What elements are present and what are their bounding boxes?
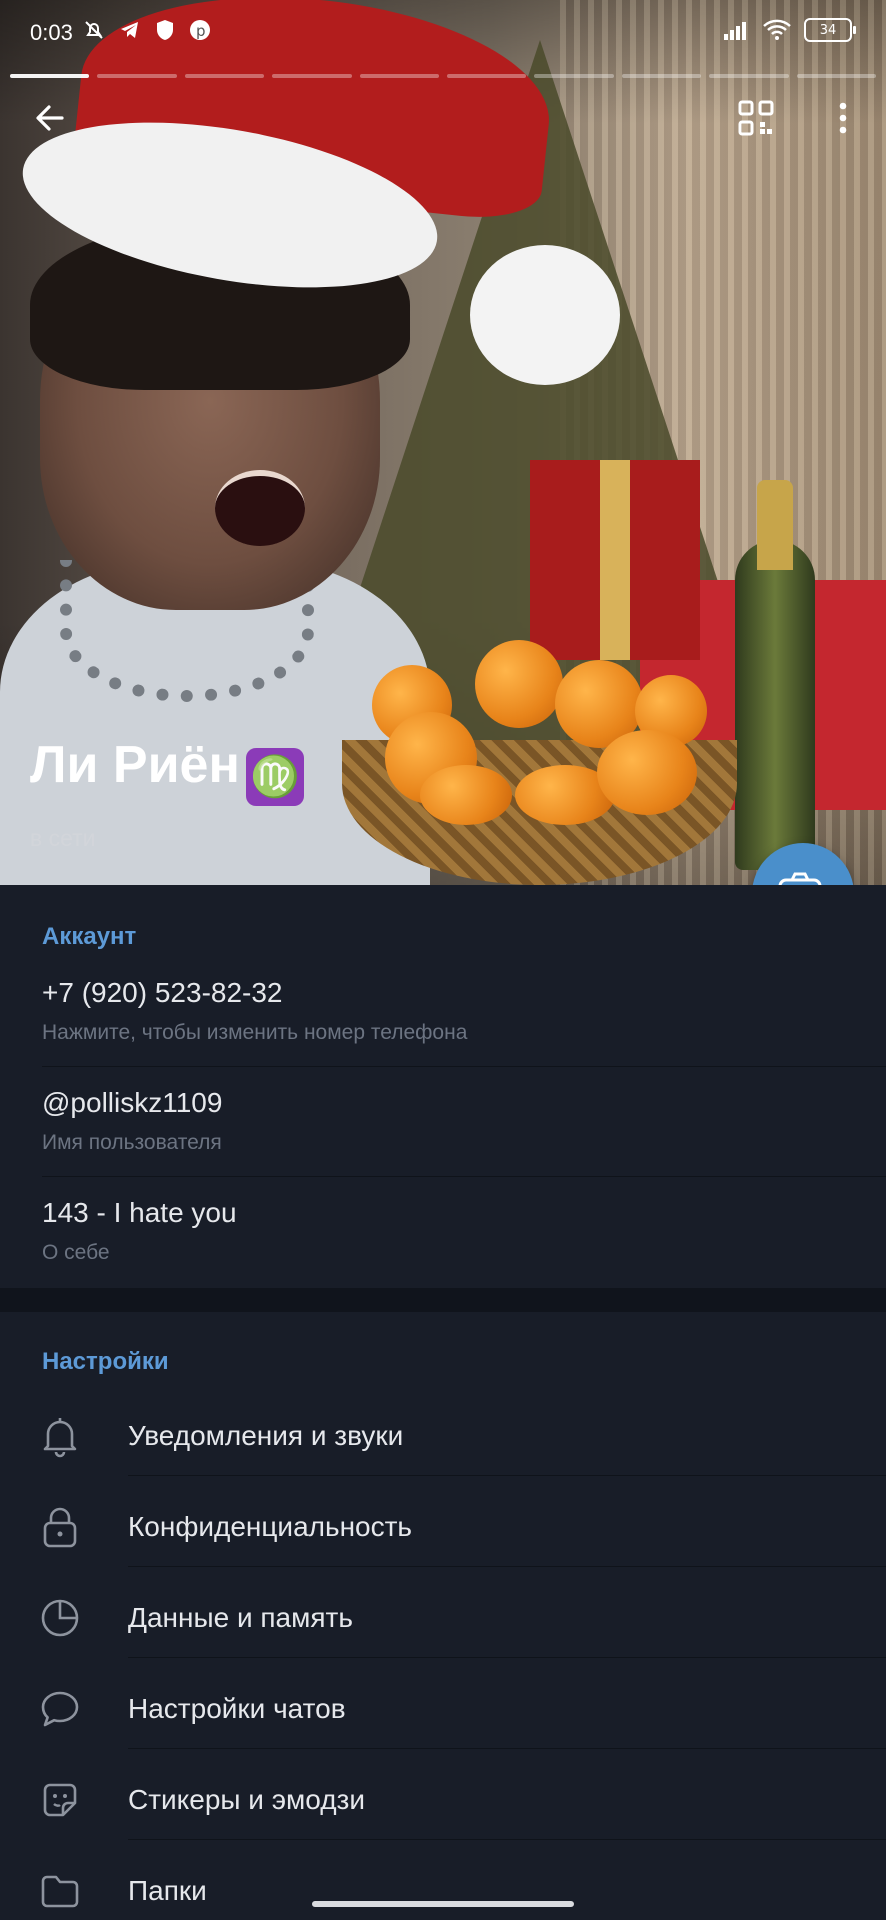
phone-number-item[interactable]: +7 (920) 523-82-32 Нажмите, чтобы измени… bbox=[42, 977, 886, 1045]
settings-item-label: Настройки чатов bbox=[128, 1693, 346, 1724]
divider bbox=[128, 1657, 886, 1658]
divider bbox=[42, 1066, 886, 1067]
divider bbox=[128, 1475, 886, 1476]
status-time: 0:03 bbox=[30, 20, 73, 45]
gift-box bbox=[530, 460, 700, 660]
battery-icon: 34 bbox=[804, 18, 856, 42]
back-button[interactable] bbox=[22, 90, 78, 146]
tangerine bbox=[475, 640, 563, 728]
virgo-emoji: ♍ bbox=[245, 748, 304, 806]
photo-progress-segment bbox=[534, 74, 614, 78]
settings-item-chat-settings[interactable]: Настройки чатов bbox=[0, 1667, 886, 1757]
photo-progress-segment bbox=[709, 74, 789, 78]
settings-item-label: Уведомления и звуки bbox=[128, 1420, 404, 1451]
settings-item-data-storage[interactable]: Данные и память bbox=[0, 1576, 886, 1666]
shield-icon bbox=[157, 20, 173, 40]
profile-name: Ли Риён ♍ bbox=[30, 735, 304, 806]
qr-code-button[interactable] bbox=[728, 90, 784, 146]
qr-code-icon bbox=[738, 100, 774, 136]
folder-icon bbox=[41, 1875, 79, 1908]
divider bbox=[128, 1748, 886, 1749]
settings-item-label: Данные и память bbox=[128, 1602, 353, 1633]
tangerine bbox=[597, 730, 697, 815]
pie-chart-icon bbox=[41, 1599, 79, 1637]
settings-item-label: Стикеры и эмодзи bbox=[128, 1784, 366, 1815]
username-label: Имя пользователя bbox=[42, 1131, 222, 1154]
settings-item-stickers-emoji[interactable]: Стикеры и эмодзи bbox=[0, 1758, 886, 1848]
settings-item-label: Папки bbox=[128, 1875, 207, 1906]
section-separator bbox=[0, 1288, 886, 1312]
photo-progress-segment bbox=[10, 74, 90, 78]
bio-text: 143 - I hate you bbox=[42, 1197, 237, 1228]
photo-progress-segment bbox=[621, 74, 702, 78]
settings-item-notifications[interactable]: Уведомления и звуки bbox=[0, 1394, 886, 1484]
arrow-left-icon bbox=[36, 105, 64, 131]
settings-item-folders[interactable]: Папки bbox=[0, 1849, 886, 1920]
muted-bell-icon bbox=[85, 21, 103, 39]
signal-icon bbox=[724, 22, 746, 40]
phone-number-hint: Нажмите, чтобы изменить номер телефона bbox=[42, 1021, 468, 1044]
profile-name-text: Ли Риён bbox=[30, 736, 240, 794]
pinterest-icon: p bbox=[190, 20, 210, 40]
santa-hat-pompom bbox=[470, 245, 620, 385]
divider bbox=[128, 1566, 886, 1567]
bio-item[interactable]: 143 - I hate you О себе bbox=[42, 1197, 886, 1265]
wifi-icon bbox=[763, 19, 791, 40]
tangerine bbox=[420, 765, 512, 825]
photo-progress-segment bbox=[97, 74, 177, 78]
more-vertical-icon bbox=[839, 102, 847, 134]
profile-screen: 0:03 p 34 Ли Риён ♍ в сети Аккаунт +7 (9… bbox=[0, 0, 886, 1920]
champagne-bottle bbox=[735, 480, 815, 870]
settings-item-label: Конфиденциальность bbox=[128, 1511, 413, 1542]
telegram-icon bbox=[121, 22, 138, 38]
bell-icon bbox=[43, 1418, 77, 1458]
sticker-icon bbox=[43, 1783, 77, 1817]
account-section-title: Аккаунт bbox=[42, 923, 137, 950]
photo-progress-segment bbox=[184, 74, 265, 78]
status-notification-icons: p bbox=[82, 18, 212, 42]
photo-progress-segment bbox=[796, 74, 877, 78]
settings-section-title: Настройки bbox=[42, 1348, 169, 1375]
gesture-navigation-handle[interactable] bbox=[312, 1901, 574, 1907]
lock-icon bbox=[43, 1507, 77, 1548]
account-section: Аккаунт +7 (920) 523-82-32 Нажмите, чтоб… bbox=[0, 885, 886, 1288]
phone-number: +7 (920) 523-82-32 bbox=[42, 977, 283, 1008]
svg-text:p: p bbox=[196, 22, 206, 40]
username: @polliskz1109 bbox=[42, 1087, 223, 1118]
divider bbox=[128, 1839, 886, 1840]
bio-label: О себе bbox=[42, 1241, 110, 1264]
status-bar: 0:03 p 34 bbox=[0, 0, 886, 66]
status-system-icons: 34 bbox=[722, 18, 856, 42]
settings-item-privacy[interactable]: Конфиденциальность bbox=[0, 1485, 886, 1575]
person-mouth bbox=[215, 470, 305, 546]
settings-section: Настройки Уведомления и звуки Конфиденци… bbox=[0, 1312, 886, 1920]
photo-progress-segment bbox=[447, 74, 527, 78]
photo-progress-segment bbox=[272, 74, 352, 78]
divider bbox=[42, 1176, 886, 1177]
username-item[interactable]: @polliskz1109 Имя пользователя bbox=[42, 1087, 886, 1155]
photo-progress-segment bbox=[359, 74, 440, 78]
more-options-button[interactable] bbox=[815, 90, 871, 146]
photo-progress-bar bbox=[10, 74, 877, 79]
battery-level: 34 bbox=[819, 22, 837, 38]
online-status: в сети bbox=[30, 825, 96, 851]
chat-bubble-icon bbox=[41, 1691, 79, 1727]
